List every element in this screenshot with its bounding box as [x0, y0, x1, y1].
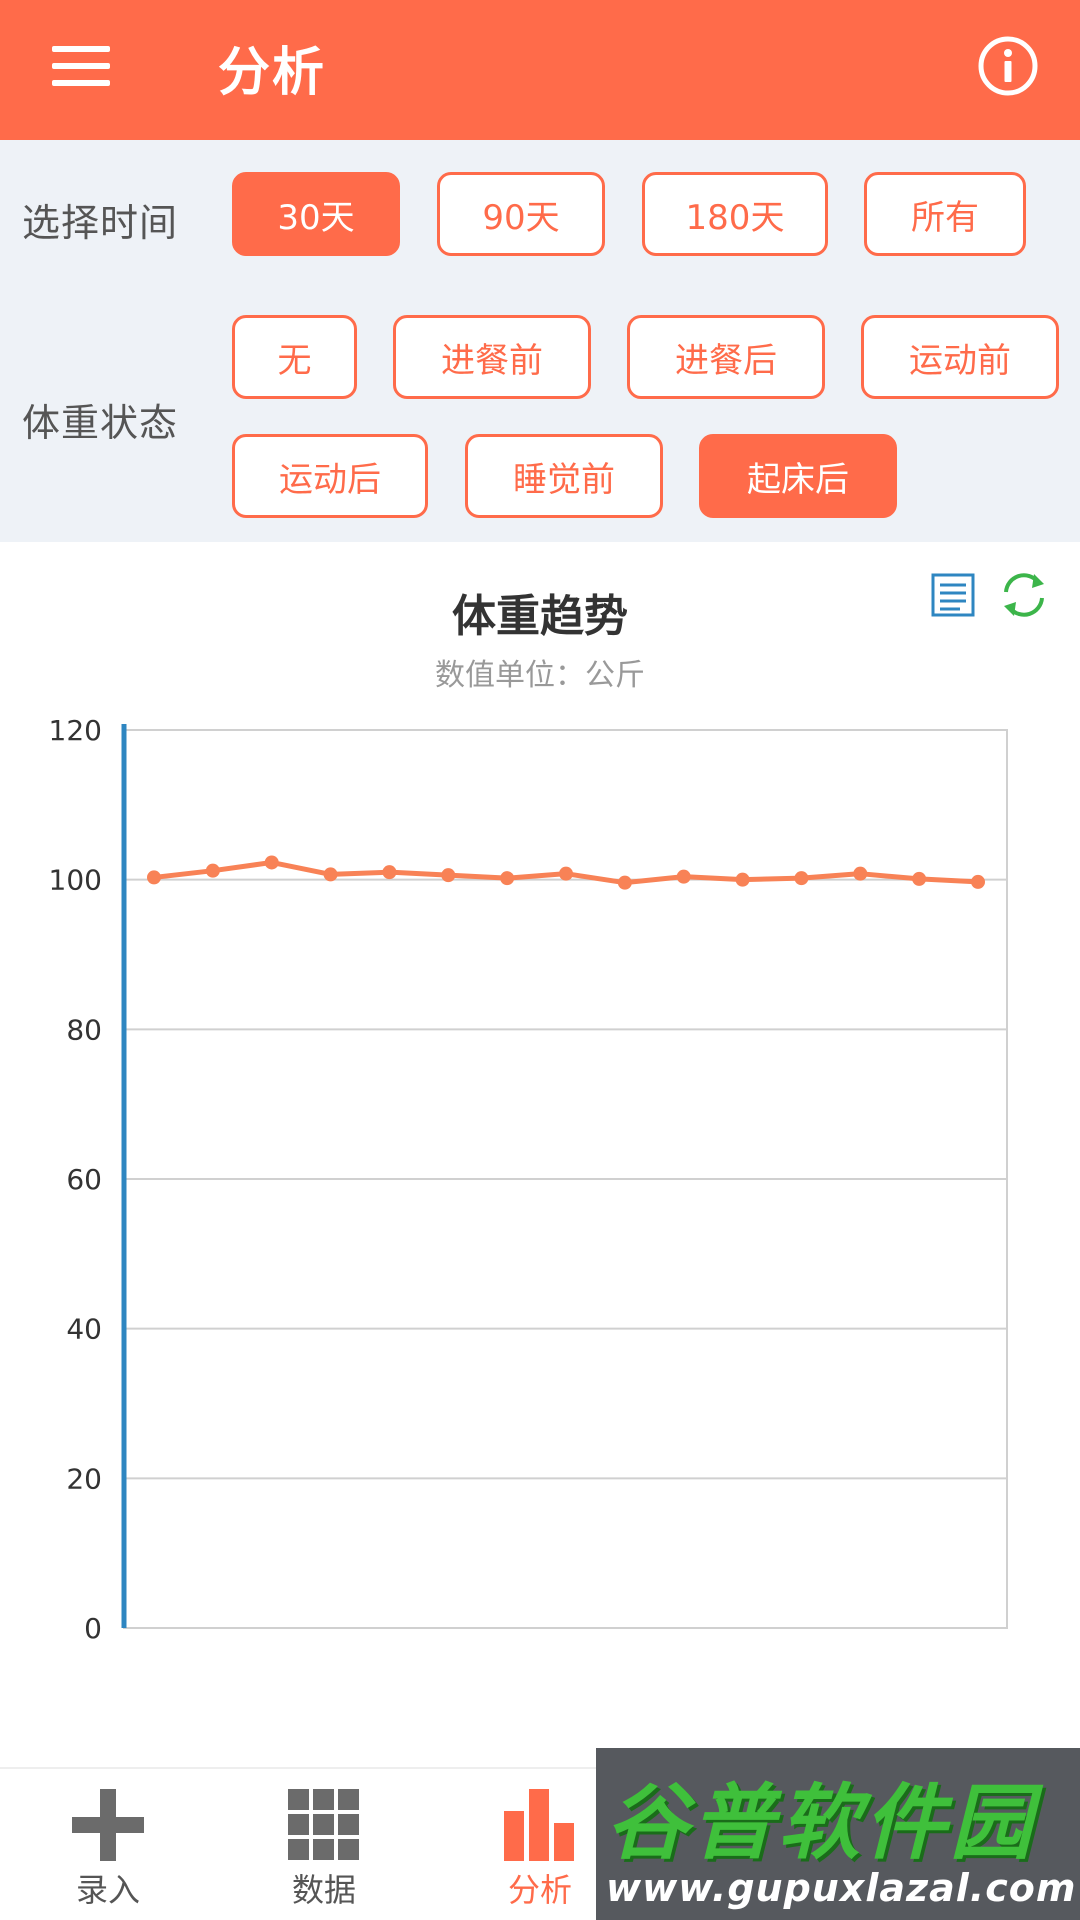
y-tick-label: 40	[66, 1313, 102, 1346]
data-point	[382, 865, 397, 880]
data-point	[441, 868, 456, 883]
filter-panel: 选择时间 30天 90天 180天 所有 体重状态 无 进餐前 进餐后 运动前 …	[0, 140, 1080, 542]
menu-icon[interactable]	[52, 46, 114, 88]
state-option-before-meal[interactable]: 进餐前	[393, 315, 591, 399]
watermark-url: www.gupuxlazal.com	[606, 1866, 1077, 1910]
data-point	[912, 871, 927, 886]
data-point	[323, 867, 338, 882]
data-point	[794, 871, 809, 886]
nav-label-entry: 录入	[75, 1871, 140, 1909]
y-tick-label: 80	[66, 1013, 102, 1046]
weight-trend-chart: 0 20 40 60 80 100 120	[49, 714, 1008, 1645]
y-tick-label: 20	[66, 1462, 102, 1495]
data-point	[500, 871, 515, 886]
chart-title: 体重趋势	[452, 591, 628, 642]
data-point	[853, 866, 868, 881]
page-title: 分析	[218, 43, 327, 103]
data-point	[264, 855, 279, 870]
time-option-all[interactable]: 所有	[864, 172, 1026, 256]
y-tick-label: 120	[49, 714, 102, 747]
watermark-text: 谷普软件园	[606, 1776, 1036, 1871]
y-tick-label: 60	[66, 1163, 102, 1196]
bar-chart-icon	[504, 1789, 574, 1861]
state-option-none[interactable]: 无	[232, 315, 357, 399]
watermark-logo: 谷普软件园 www.gupuxlazal.com	[596, 1748, 1080, 1920]
refresh-icon[interactable]	[998, 570, 1050, 620]
state-option-after-exercise[interactable]: 运动后	[232, 434, 428, 518]
nav-label-data: 数据	[291, 1871, 356, 1909]
data-point	[147, 870, 161, 885]
data-point	[205, 863, 220, 878]
data-point	[617, 875, 632, 890]
time-filter-label: 选择时间	[22, 201, 179, 245]
data-point	[676, 869, 691, 884]
state-option-after-meal[interactable]: 进餐后	[627, 315, 825, 399]
state-option-before-exercise[interactable]: 运动前	[861, 315, 1059, 399]
y-tick-label: 0	[84, 1612, 102, 1645]
state-filter-label: 体重状态	[22, 401, 179, 445]
grid-icon	[288, 1789, 359, 1860]
data-point	[559, 866, 573, 881]
time-option-90[interactable]: 90天	[437, 172, 605, 256]
chart-panel: 0 20 40 60 80 100 120 体重趋势 数值单位：公斤	[0, 542, 1080, 1767]
nav-item-entry[interactable]: 录入	[0, 1769, 216, 1920]
data-view-icon[interactable]	[930, 572, 976, 618]
state-option-after-wake[interactable]: 起床后	[699, 434, 897, 518]
y-tick-label: 100	[49, 864, 102, 897]
state-option-before-sleep[interactable]: 睡觉前	[465, 434, 663, 518]
data-point	[735, 872, 750, 887]
plus-icon	[72, 1789, 144, 1861]
data-point	[971, 874, 985, 889]
chart-subtitle: 数值单位：公斤	[435, 658, 645, 693]
nav-item-data[interactable]: 数据	[216, 1769, 432, 1920]
app-bar: 分析	[0, 0, 1080, 140]
time-option-180[interactable]: 180天	[642, 172, 828, 256]
time-option-30[interactable]: 30天	[232, 172, 400, 256]
info-icon[interactable]	[976, 34, 1040, 98]
